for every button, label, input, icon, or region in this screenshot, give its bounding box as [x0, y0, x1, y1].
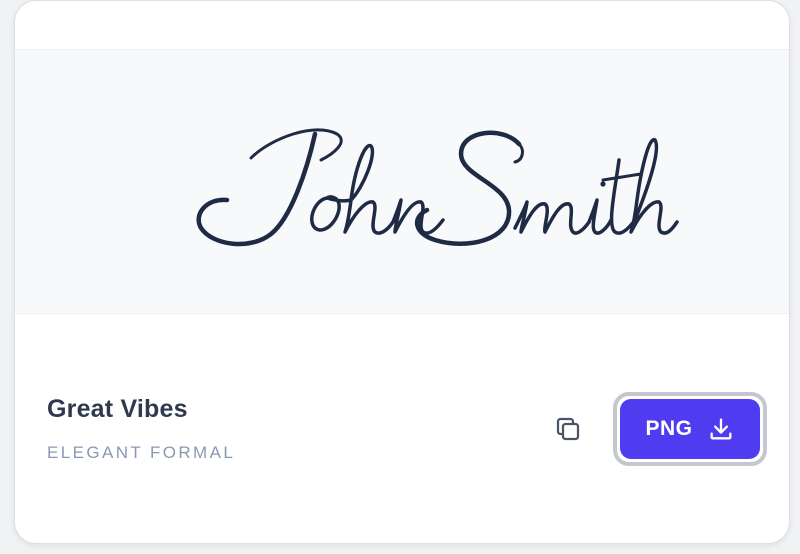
copy-button[interactable] — [545, 406, 591, 452]
png-button-focus-ring: PNG — [613, 392, 767, 466]
font-card: Great Vibes ELEGANT FORMAL PNG — [14, 0, 790, 544]
signature-image — [196, 128, 679, 247]
download-icon — [707, 415, 735, 443]
png-button-label: PNG — [645, 417, 693, 440]
copy-icon — [553, 414, 583, 444]
signature-preview — [15, 49, 789, 314]
font-name: Great Vibes — [47, 395, 188, 423]
font-category: ELEGANT FORMAL — [47, 443, 236, 462]
download-png-button[interactable]: PNG — [620, 399, 760, 459]
